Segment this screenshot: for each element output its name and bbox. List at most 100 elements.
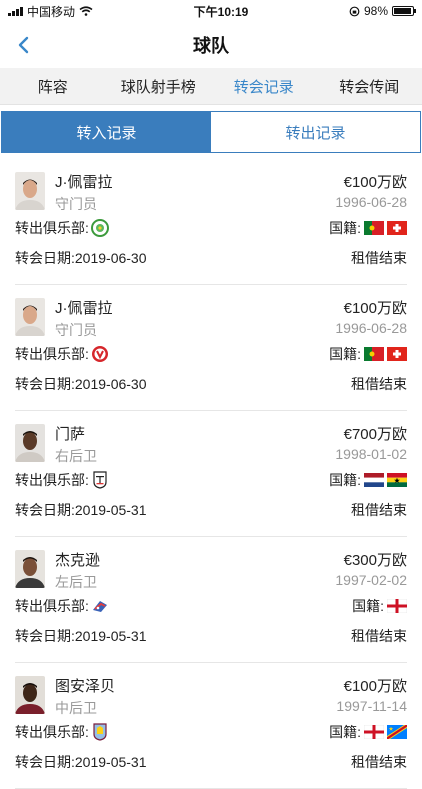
transfer-date-label: 转会日期: xyxy=(15,502,75,518)
from-club: 转出俱乐部: xyxy=(15,722,109,742)
england-flag-icon xyxy=(364,725,384,739)
nationality-label: 国籍: xyxy=(329,344,361,364)
player-name: 杰克逊 xyxy=(55,549,100,570)
player-position: 守门员 xyxy=(55,194,97,214)
nationality-label: 国籍: xyxy=(329,722,361,742)
transfer-date-label: 转会日期: xyxy=(15,250,75,266)
from-club: 转出俱乐部: xyxy=(15,596,109,616)
nationality-label: 国籍: xyxy=(352,596,384,616)
transfer-date-value: 2019-06-30 xyxy=(75,250,147,266)
transfer-card[interactable]: 杰克逊 左后卫 €300万欧 1997-02-02 转出俱乐部: 国籍: 转会日… xyxy=(15,537,407,663)
rotation-lock-icon xyxy=(349,6,360,17)
player-position: 中后卫 xyxy=(55,698,97,718)
signal-icon xyxy=(8,6,23,16)
villa-badge-icon xyxy=(91,723,109,741)
nationality-label: 国籍: xyxy=(329,218,361,238)
transfer-date-label: 转会日期: xyxy=(15,754,75,770)
player-position: 守门员 xyxy=(55,320,97,340)
nationality: 国籍: xyxy=(329,344,407,364)
switzerland-flag-icon xyxy=(387,221,407,235)
player-avatar xyxy=(15,298,45,336)
transfer-list: J·佩雷拉 守门员 €100万欧 1996-06-28 转出俱乐部: 国籍: 转… xyxy=(0,159,422,789)
transfer-card[interactable]: 门萨 右后卫 €700万欧 1998-01-02 转出俱乐部: 国籍: 转会日期… xyxy=(15,411,407,537)
carrier-text: 中国移动 xyxy=(27,3,75,20)
transfer-fee: €100万欧 xyxy=(344,171,407,192)
from-club-label: 转出俱乐部: xyxy=(15,722,89,742)
player-position: 左后卫 xyxy=(55,572,97,592)
transfer-card[interactable]: J·佩雷拉 守门员 €100万欧 1996-06-28 转出俱乐部: 国籍: 转… xyxy=(15,159,407,285)
transfer-date: 转会日期:2019-06-30 xyxy=(15,248,147,268)
player-avatar xyxy=(15,676,45,714)
transfer-type: 租借结束 xyxy=(351,752,407,772)
transfer-date: 转会日期:2019-05-31 xyxy=(15,626,147,646)
tab-transfers[interactable]: 转会记录 xyxy=(211,68,317,104)
status-time: 下午10:19 xyxy=(194,3,249,20)
england-flag-icon xyxy=(387,599,407,613)
battery-icon xyxy=(392,6,414,16)
green-badge-icon xyxy=(91,219,109,237)
wifi-icon xyxy=(79,6,93,16)
transfer-date: 转会日期:2019-06-30 xyxy=(15,374,147,394)
from-club: 转出俱乐部: xyxy=(15,218,109,238)
transfer-type: 租借结束 xyxy=(351,500,407,520)
player-avatar xyxy=(15,550,45,588)
player-name: 图安泽贝 xyxy=(55,675,115,696)
player-name: 门萨 xyxy=(55,423,85,444)
player-position: 右后卫 xyxy=(55,446,97,466)
player-birthdate: 1996-06-28 xyxy=(335,194,407,210)
from-club-label: 转出俱乐部: xyxy=(15,596,89,616)
blue-red-badge-icon xyxy=(91,597,109,615)
portugal-flag-icon xyxy=(364,221,384,235)
player-name: J·佩雷拉 xyxy=(55,297,113,318)
fulham-badge-icon xyxy=(91,471,109,489)
transfer-date-value: 2019-05-31 xyxy=(75,502,147,518)
ghana-flag-icon xyxy=(387,473,407,487)
transfer-fee: €300万欧 xyxy=(344,549,407,570)
red-white-badge-icon xyxy=(91,345,109,363)
transfer-card[interactable]: 图安泽贝 中后卫 €100万欧 1997-11-14 转出俱乐部: 国籍: 转会… xyxy=(15,663,407,789)
transfer-type: 租借结束 xyxy=(351,374,407,394)
tab-squad[interactable]: 阵容 xyxy=(0,68,106,104)
transfer-date: 转会日期:2019-05-31 xyxy=(15,752,147,772)
player-avatar xyxy=(15,424,45,462)
from-club: 转出俱乐部: xyxy=(15,470,109,490)
transfer-fee: €100万欧 xyxy=(344,675,407,696)
nationality: 国籍: xyxy=(329,470,407,490)
tab-rumors[interactable]: 转会传闻 xyxy=(317,68,422,104)
nationality: 国籍: xyxy=(329,722,407,742)
transfer-date-value: 2019-05-31 xyxy=(75,628,147,644)
transfer-date-label: 转会日期: xyxy=(15,628,75,644)
transfer-date-value: 2019-06-30 xyxy=(75,376,147,392)
player-avatar xyxy=(15,172,45,210)
player-birthdate: 1998-01-02 xyxy=(335,446,407,462)
from-club-label: 转出俱乐部: xyxy=(15,470,89,490)
back-button[interactable] xyxy=(10,32,36,58)
transfer-type: 租借结束 xyxy=(351,248,407,268)
nationality: 国籍: xyxy=(329,218,407,238)
transfer-fee: €100万欧 xyxy=(344,297,407,318)
player-birthdate: 1996-06-28 xyxy=(335,320,407,336)
battery-percent: 98% xyxy=(364,4,388,18)
transfer-card[interactable]: J·佩雷拉 守门员 €100万欧 1996-06-28 转出俱乐部: 国籍: 转… xyxy=(15,285,407,411)
transfer-date-label: 转会日期: xyxy=(15,376,75,392)
tab-top-scorers[interactable]: 球队射手榜 xyxy=(106,68,212,104)
transfer-type: 租借结束 xyxy=(351,626,407,646)
transfer-date: 转会日期:2019-05-31 xyxy=(15,500,147,520)
page-title: 球队 xyxy=(193,32,229,58)
portugal-flag-icon xyxy=(364,347,384,361)
transfers-out-button[interactable]: 转出记录 xyxy=(211,112,420,152)
transfer-date-value: 2019-05-31 xyxy=(75,754,147,770)
transfer-fee: €700万欧 xyxy=(344,423,407,444)
transfers-in-button[interactable]: 转入记录 xyxy=(2,112,211,152)
tab-bar: 阵容 球队射手榜 转会记录 转会传闻 xyxy=(0,68,422,105)
dr-congo-flag-icon xyxy=(387,725,407,739)
switzerland-flag-icon xyxy=(387,347,407,361)
player-name: J·佩雷拉 xyxy=(55,171,113,192)
status-bar: 中国移动 下午10:19 98% xyxy=(0,0,422,22)
transfer-direction-toggle: 转入记录 转出记录 xyxy=(1,111,421,153)
netherlands-flag-icon xyxy=(364,473,384,487)
nationality-label: 国籍: xyxy=(329,470,361,490)
nationality: 国籍: xyxy=(352,596,407,616)
chevron-left-icon xyxy=(17,36,29,54)
from-club: 转出俱乐部: xyxy=(15,344,109,364)
